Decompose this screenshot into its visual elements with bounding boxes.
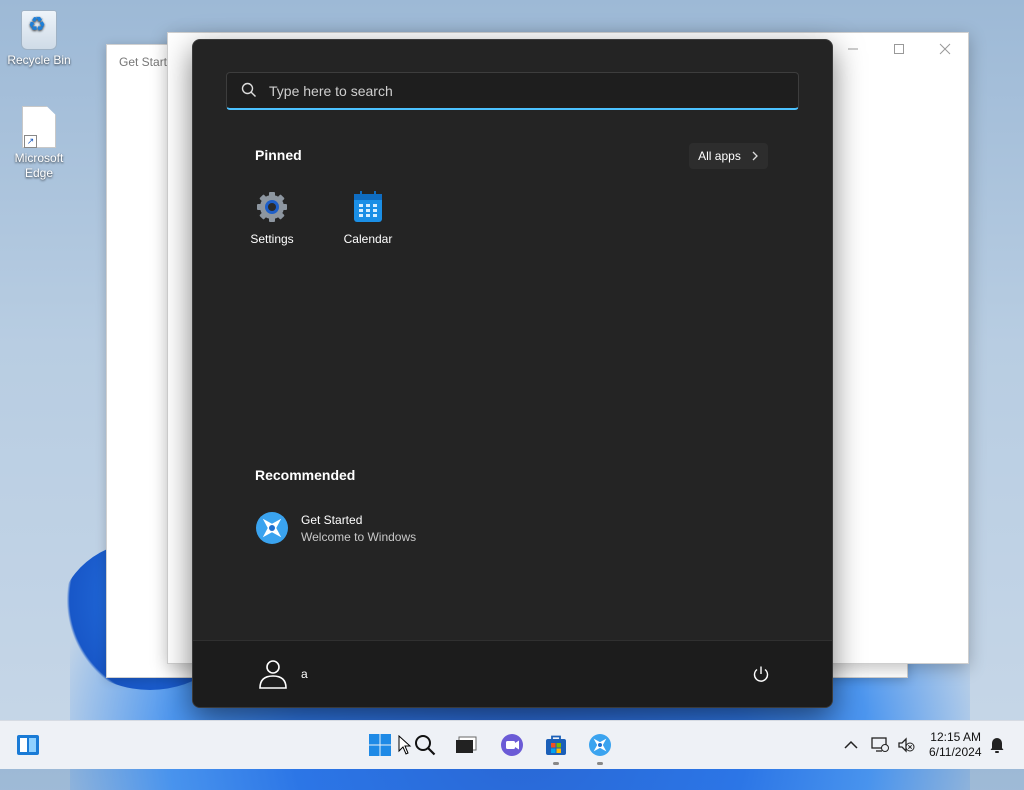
- chat-button[interactable]: [494, 727, 530, 763]
- pinned-item-label: Settings: [250, 232, 294, 246]
- all-apps-label: All apps: [698, 149, 741, 163]
- get-started-icon: [589, 734, 611, 756]
- widgets-button[interactable]: [10, 727, 46, 763]
- chat-icon: [501, 734, 523, 756]
- close-button[interactable]: [922, 33, 968, 65]
- pinned-item-settings[interactable]: Settings: [230, 190, 314, 246]
- volume-button[interactable]: [892, 727, 920, 763]
- recommended-item-title: Get Started: [301, 512, 363, 527]
- mouse-cursor-icon: [398, 735, 412, 755]
- notifications-button[interactable]: [984, 727, 1010, 763]
- user-avatar-icon: [259, 660, 287, 689]
- pinned-title: Pinned: [255, 147, 302, 163]
- chevron-right-icon: [752, 151, 758, 161]
- desktop-icon-label: Recycle Bin: [7, 53, 71, 67]
- calendar-icon: [351, 190, 385, 224]
- network-button[interactable]: [866, 727, 894, 763]
- taskbar-clock[interactable]: 12:15 AM 6/11/2024: [929, 730, 982, 760]
- maximize-icon: [894, 44, 904, 54]
- user-name: a: [301, 667, 308, 681]
- task-view-button[interactable]: [448, 727, 484, 763]
- running-indicator: [597, 762, 603, 765]
- maximize-button[interactable]: [876, 33, 922, 65]
- search-icon: [415, 735, 436, 756]
- clock-time: 12:15 AM: [930, 730, 981, 744]
- volume-muted-icon: [898, 737, 915, 753]
- desktop-icon-recycle-bin[interactable]: Recycle Bin: [1, 10, 77, 68]
- search-icon: [241, 82, 256, 97]
- search-input[interactable]: [267, 73, 771, 109]
- store-icon: [546, 735, 566, 755]
- clock-date: 6/11/2024: [929, 745, 982, 759]
- running-indicator: [553, 762, 559, 765]
- get-started-icon: [256, 512, 288, 544]
- get-started-taskbar-button[interactable]: [582, 727, 618, 765]
- search-button[interactable]: [407, 727, 443, 763]
- window-caption-buttons: [830, 33, 968, 65]
- widgets-icon: [17, 735, 39, 755]
- recommended-item-get-started[interactable]: Get Started Welcome to Windows: [255, 511, 416, 545]
- shortcut-arrow-icon: ↗: [24, 135, 37, 148]
- pinned-item-label: Calendar: [343, 232, 393, 246]
- start-button[interactable]: [362, 727, 398, 763]
- store-button[interactable]: [538, 727, 574, 765]
- recommended-item-subtitle: Welcome to Windows: [301, 529, 417, 544]
- settings-gear-icon: [255, 190, 289, 224]
- desktop-icon-edge[interactable]: ↗ Microsoft Edge: [1, 106, 77, 181]
- recommended-title: Recommended: [255, 467, 356, 483]
- user-account-button[interactable]: a: [257, 658, 308, 690]
- task-view-icon: [456, 736, 477, 753]
- power-icon: [753, 666, 769, 682]
- windows-logo-icon: [369, 734, 391, 756]
- minimize-icon: [848, 48, 858, 50]
- desktop-icon-label: Microsoft Edge: [14, 151, 64, 180]
- all-apps-button[interactable]: All apps: [689, 143, 768, 169]
- start-footer: a: [193, 640, 832, 707]
- network-icon: [871, 737, 889, 752]
- start-search-box[interactable]: [226, 72, 799, 110]
- minimize-button[interactable]: [830, 33, 876, 65]
- power-button[interactable]: [752, 665, 770, 688]
- recycle-bin-icon: [21, 10, 57, 50]
- pinned-item-calendar[interactable]: Calendar: [326, 190, 410, 246]
- chevron-up-icon: [844, 740, 858, 749]
- close-icon: [939, 43, 951, 55]
- start-menu: Pinned All apps: [192, 39, 833, 708]
- notification-bell-icon: [990, 738, 1004, 753]
- taskbar: 12:15 AM 6/11/2024: [0, 720, 1024, 769]
- show-hidden-icons-button[interactable]: [836, 727, 866, 763]
